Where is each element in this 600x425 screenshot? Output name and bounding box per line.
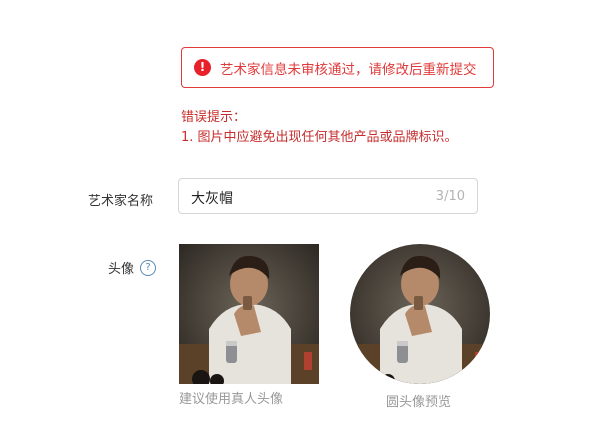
avatar-label-row: 头像 ? [108,258,157,277]
error-hint-title: 错误提示： [181,110,247,125]
review-failed-alert: ! 艺术家信息未审核通过，请修改后重新提交 [181,47,494,88]
artist-profile-form: ! 艺术家信息未审核通过，请修改后重新提交 错误提示： 1. 图片中应避免出现任… [0,0,600,425]
char-counter: 3/10 [435,189,465,204]
avatar-label: 头像 [108,262,135,277]
avatar-suggestion-hint: 建议使用真人头像 [179,392,284,407]
question-circle-icon[interactable]: ? [140,259,157,276]
circle-preview-caption: 圆头像预览 [386,395,452,410]
avatar-circle-photo [350,244,490,384]
avatar-upload-image[interactable] [179,244,319,384]
avatar-circle-preview [350,244,490,384]
exclamation-circle-icon: ! [194,59,211,76]
artist-name-label: 艺术家名称 [88,194,154,209]
error-hint-item: 1. 图片中应避免出现任何其他产品或品牌标识。 [181,130,458,145]
alert-message: 艺术家信息未审核通过，请修改后重新提交 [220,61,477,78]
artist-name-value: 大灰帽 [191,191,233,207]
avatar-photo [179,244,319,384]
artist-name-input[interactable]: 大灰帽 3/10 [178,178,478,214]
